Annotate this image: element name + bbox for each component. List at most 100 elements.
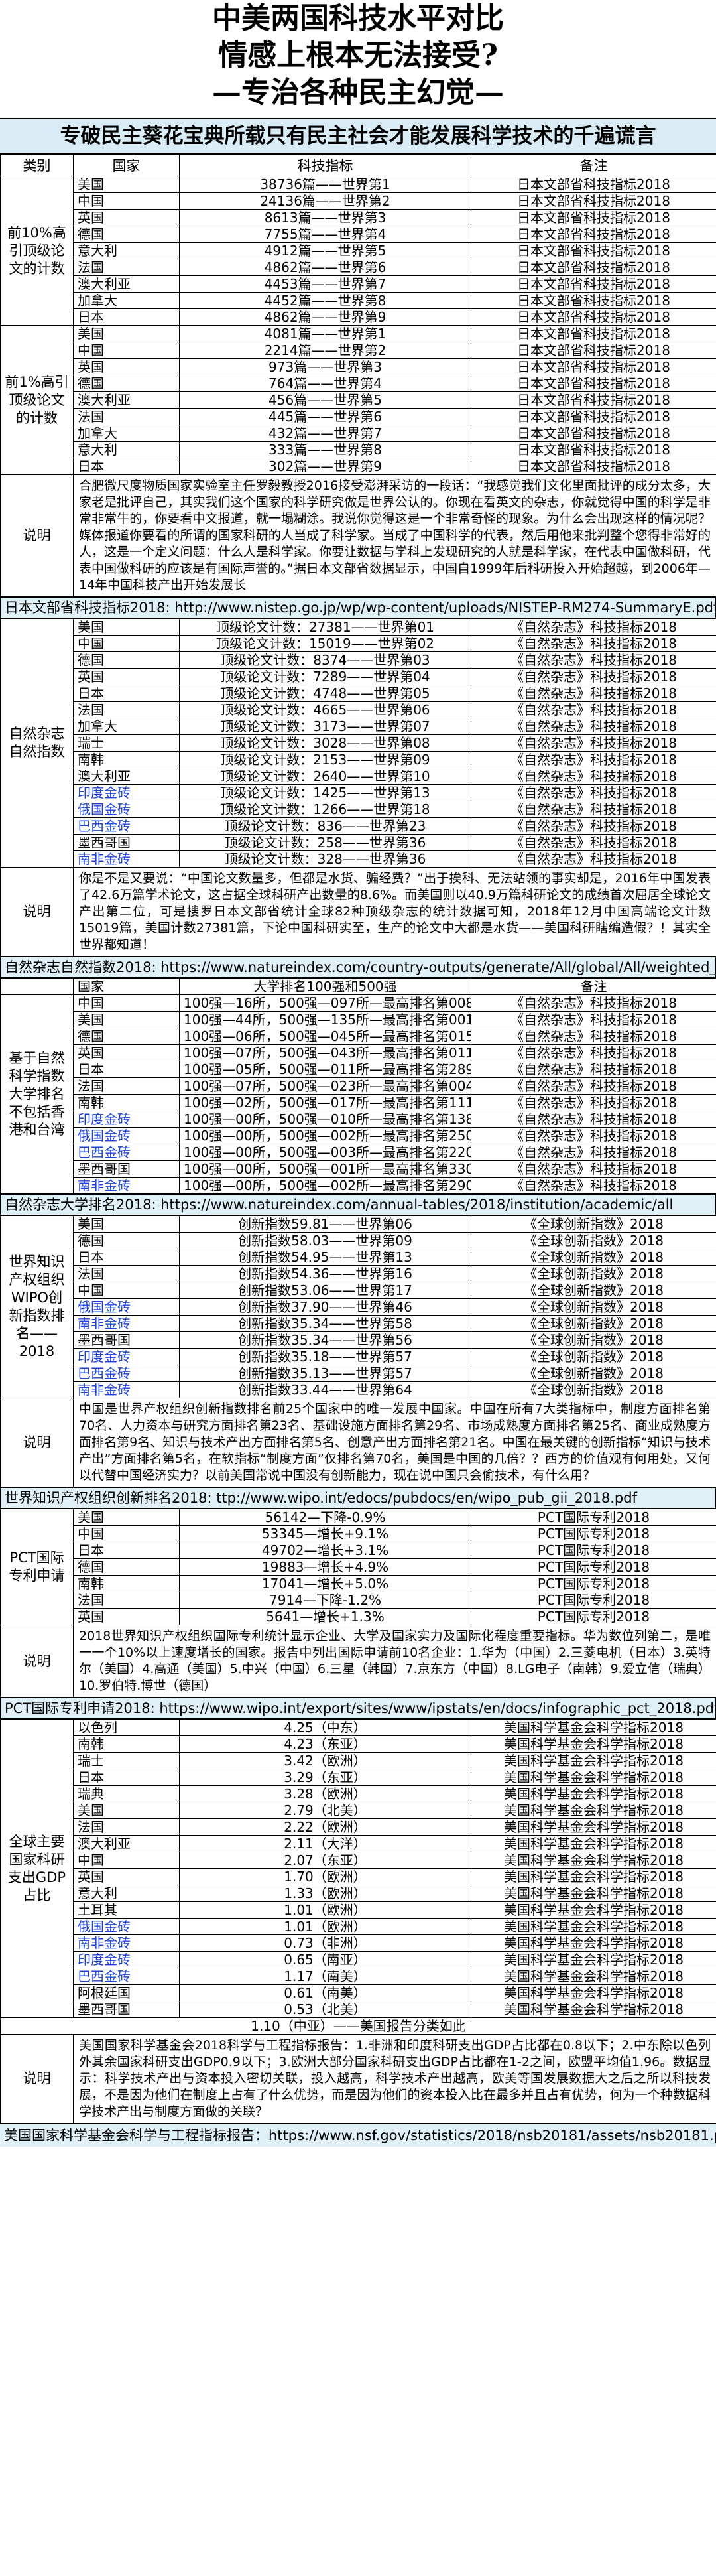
cell-note: 日本文部省科技指标2018 <box>471 242 716 259</box>
cell-country: 俄国金砖 <box>73 1127 180 1144</box>
cell-indicator: 创新指数54.36——世界第16 <box>179 1265 471 1282</box>
cell-country: 南非金砖 <box>73 850 180 868</box>
table-row: 瑞士 顶级论文计数：3028——世界第08 《自然杂志》科技指标2018 <box>1 734 716 752</box>
desc-row-2: 说明 你是不是又要说：“中国论文数量多，但都是水货、骗经费？”出于挨科、无法站领… <box>0 867 716 957</box>
cell-note: 美国科学基金会科学指标2018 <box>471 1735 716 1753</box>
table-row: 中国 2214篇——世界第2 日本文部省科技指标2018 <box>1 342 716 359</box>
table-row: 美国 2.79（北美） 美国科学基金会科学指标2018 <box>1 1802 716 1819</box>
cell-note: 美国科学基金会科学指标2018 <box>471 1769 716 1786</box>
source-link-1[interactable]: 日本文部省科技指标2018: http://www.nistep.go.jp/w… <box>0 597 716 618</box>
cell-note: 日本文部省科技指标2018 <box>471 441 716 458</box>
section-pct: PCT国际专利申请 美国 56142—下降-0.9% PCT国际专利2018 中国 533… <box>0 1509 716 1625</box>
cell-country: 中国 <box>73 994 180 1012</box>
cell-country: 巴西金砖 <box>73 1144 180 1161</box>
table-row: 巴西金砖 创新指数35.13——世界第57 《全球创新指数》2018 <box>1 1365 716 1382</box>
cell-country: 德国 <box>73 1232 180 1249</box>
cell-country: 中国 <box>73 635 180 652</box>
cell-indicator: 2214篇——世界第2 <box>179 342 471 359</box>
cell-country: 中国 <box>73 1852 180 1869</box>
cell-note: 日本文部省科技指标2018 <box>471 325 716 342</box>
cell-country: 德国 <box>73 226 180 243</box>
source-link-3[interactable]: 自然杂志大学排名2018: https://www.natureindex.co… <box>0 1194 716 1215</box>
cell-indicator: 100强—06所，500强—045所—最高排名第015 <box>179 1028 471 1045</box>
cell-country: 瑞士 <box>73 734 180 752</box>
table-row: 加拿大 432篇——世界第7 日本文部省科技指标2018 <box>1 425 716 442</box>
table-row: 意大利 333篇——世界第8 日本文部省科技指标2018 <box>1 441 716 458</box>
cell-country: 意大利 <box>73 242 180 259</box>
source-link-5[interactable]: PCT国际专利申请2018: https://www.wipo.int/expo… <box>0 1698 716 1719</box>
cell-note: 日本文部省科技指标2018 <box>471 209 716 226</box>
cell-note: 《全球创新指数》2018 <box>471 1215 716 1233</box>
cell-country: 德国 <box>73 1558 180 1576</box>
cell-indicator: 0.61（南美） <box>179 1984 471 2001</box>
cell-country: 印度金砖 <box>73 784 180 801</box>
cell-note: 日本文部省科技指标2018 <box>471 408 716 425</box>
cell-indicator: 100强—00所，500强—010所—最高排名第138 <box>179 1111 471 1128</box>
cell-note: 美国科学基金会科学指标2018 <box>471 1752 716 1769</box>
cell-indicator: 56142—下降-0.9% <box>179 1509 471 1526</box>
cell-note: 《自然杂志》科技指标2018 <box>471 618 716 636</box>
table-row: 南韩 顶级论文计数：2153——世界第09 《自然杂志》科技指标2018 <box>1 751 716 768</box>
cell-country: 瑞士 <box>73 1752 180 1769</box>
col-header-category: 类别 <box>0 154 74 176</box>
source-link-2[interactable]: 自然杂志自然指数2018: https://www.natureindex.co… <box>0 957 716 978</box>
cell-indicator: 顶级论文计数：2153——世界第09 <box>179 751 471 768</box>
cell-note: 日本文部省科技指标2018 <box>471 308 716 326</box>
cell-country: 日本 <box>73 1061 180 1078</box>
cell-country: 瑞典 <box>73 1785 180 1802</box>
cell-country: 印度金砖 <box>73 1348 180 1365</box>
table-row: 日本 3.29（东亚） 美国科学基金会科学指标2018 <box>1 1769 716 1786</box>
table-row: 南韩 4.23（东亚） 美国科学基金会科学指标2018 <box>1 1735 716 1753</box>
cell-indicator: 100强—05所，500强—011所—最高排名第289 <box>179 1061 471 1078</box>
table-row: 日本 顶级论文计数：4748——世界第05 《自然杂志》科技指标2018 <box>1 685 716 702</box>
nature-index-table: 自然杂志自然指数 美国 顶级论文计数：27381——世界第01 《自然杂志》科技指标2… <box>0 618 716 957</box>
cell-note: 《自然杂志》科技指标2018 <box>471 1111 716 1128</box>
wipo-table: 世界知识产权组织WIPO创新指数排名——2018 美国 创新指数59.81——世界第… <box>0 1215 716 1487</box>
table-row: 中国 顶级论文计数：15019——世界第02 《自然杂志》科技指标2018 <box>1 635 716 652</box>
table-row: 英国 973篇——世界第3 日本文部省科技指标2018 <box>1 358 716 375</box>
cell-note: 日本文部省科技指标2018 <box>471 176 716 193</box>
cell-indicator: 100强—07所，500强—043所—最高排名第011 <box>179 1044 471 1061</box>
col-header-note: 备注 <box>471 154 716 176</box>
table-row: 法国 4862篇——世界第6 日本文部省科技指标2018 <box>1 259 716 276</box>
table-row: 中国 53345—增长+9.1% PCT国际专利2018 <box>1 1525 716 1542</box>
university-ranking-table: 国家 大学排名100强和500强 备注 基于自然科学指数大学排名 不包括香港和台… <box>0 978 716 1194</box>
section-wipo: 世界知识产权组织WIPO创新指数排名——2018 美国 创新指数59.81——世界第… <box>0 1215 716 1398</box>
footer-link[interactable]: 美国国家科学基金会科学与工程指标报告：https://www.nsf.gov/s… <box>0 2124 716 2147</box>
cell-note: 《自然杂志》科技指标2018 <box>471 718 716 735</box>
cell-indicator: 8613篇——世界第3 <box>179 209 471 226</box>
cell-country: 加拿大 <box>73 718 180 735</box>
cell-note: 日本文部省科技指标2018 <box>471 259 716 276</box>
cell-country: 意大利 <box>73 1885 180 1902</box>
category-label: 前10%高引顶级论文的计数 <box>0 176 74 326</box>
cell-country: 法国 <box>73 408 180 425</box>
cell-indicator: 创新指数33.44——世界第64 <box>179 1381 471 1398</box>
desc-text-3: 中国是世界产权组织创新指数排名前25个国家中的唯一发展中国家。中国在所有7大类指… <box>73 1398 716 1487</box>
cell-indicator: 顶级论文计数：3028——世界第08 <box>179 734 471 752</box>
cell-indicator: 4081篇——世界第1 <box>179 325 471 342</box>
cell-indicator: 38736篇——世界第1 <box>179 176 471 193</box>
page: 中美两国科技水平对比 情感上根本无法接受? —专治各种民主幻觉— 专破民主葵花宝… <box>0 0 716 2576</box>
cell-country: 俄国金砖 <box>73 1298 180 1316</box>
table-row: 英国 顶级论文计数：7289——世界第04 《自然杂志》科技指标2018 <box>1 668 716 685</box>
cell-country: 美国 <box>73 325 180 342</box>
cell-country: 土耳其 <box>73 1901 180 1919</box>
table-row: 印度金砖 顶级论文计数：1425——世界第13 《自然杂志》科技指标2018 <box>1 784 716 801</box>
cell-note: 《自然杂志》科技指标2018 <box>471 1144 716 1161</box>
cell-country: 美国 <box>73 1509 180 1526</box>
pct-table: PCT国际专利申请 美国 56142—下降-0.9% PCT国际专利2018 中国 533… <box>0 1509 716 1698</box>
cell-note: 《全球创新指数》2018 <box>471 1315 716 1332</box>
section-university: 基于自然科学指数大学排名 不包括香港和台湾 中国 100强—16所，500强—097… <box>0 994 716 1194</box>
desc-row-4: 说明 2018世界知识产权组织国际专利统计显示企业、大学及国家实力及国际化程度重… <box>0 1625 716 1698</box>
cell-country: 南韩 <box>73 751 180 768</box>
table-row: 土耳其 1.01（欧洲） 美国科学基金会科学指标2018 <box>1 1901 716 1919</box>
cell-note: 《全球创新指数》2018 <box>471 1282 716 1299</box>
cell-country: 英国 <box>73 1608 180 1625</box>
table-row: 瑞典 3.28（欧洲） 美国科学基金会科学指标2018 <box>1 1785 716 1802</box>
cell-note: 《全球创新指数》2018 <box>471 1265 716 1282</box>
cell-note: 美国科学基金会科学指标2018 <box>471 1868 716 1885</box>
source-link-4[interactable]: 世界知识产权组织创新排名2018: ttp://www.wipo.int/edo… <box>0 1487 716 1509</box>
cell-indicator: 4912篇——世界第5 <box>179 242 471 259</box>
cell-indicator: 100强—07所，500强—023所—最高排名第004 <box>179 1077 471 1095</box>
cell-indicator: 2.22（欧洲） <box>179 1818 471 1836</box>
